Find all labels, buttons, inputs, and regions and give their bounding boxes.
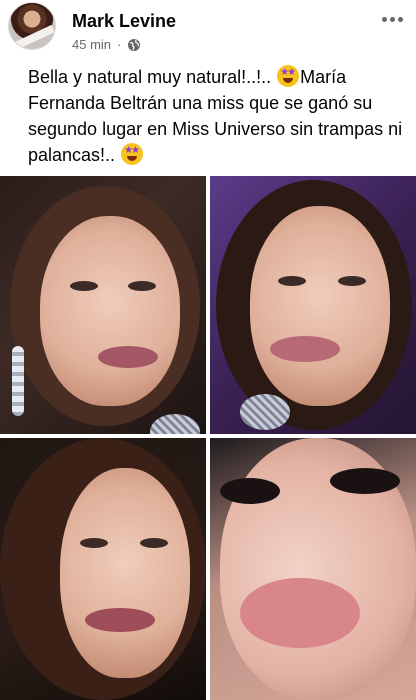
post-time[interactable]: 45 min	[72, 37, 111, 52]
photo-top-left[interactable]	[0, 176, 206, 434]
more-dot-icon	[381, 16, 387, 22]
more-options-button[interactable]	[376, 8, 408, 30]
star-struck-emoji-icon	[121, 143, 144, 165]
post-header: Mark Levine 45 min ·	[0, 0, 416, 60]
globe-icon[interactable]	[127, 38, 141, 52]
meta-separator: ·	[117, 37, 122, 52]
photo-bottom-left[interactable]	[0, 438, 206, 700]
post-text: Bella y natural muy natural!..!.. María …	[28, 64, 404, 168]
photo-bottom-right[interactable]	[210, 438, 416, 700]
photo-grid	[0, 176, 416, 700]
more-dot-icon	[397, 16, 403, 22]
more-dot-icon	[389, 16, 395, 22]
author-name[interactable]: Mark Levine	[72, 11, 176, 32]
star-struck-emoji-icon	[277, 65, 300, 87]
avatar[interactable]	[8, 2, 56, 50]
post-meta: 45 min ·	[72, 37, 141, 52]
post-text-part1: Bella y natural muy natural!..!..	[28, 67, 277, 87]
photo-top-right[interactable]	[210, 176, 416, 434]
